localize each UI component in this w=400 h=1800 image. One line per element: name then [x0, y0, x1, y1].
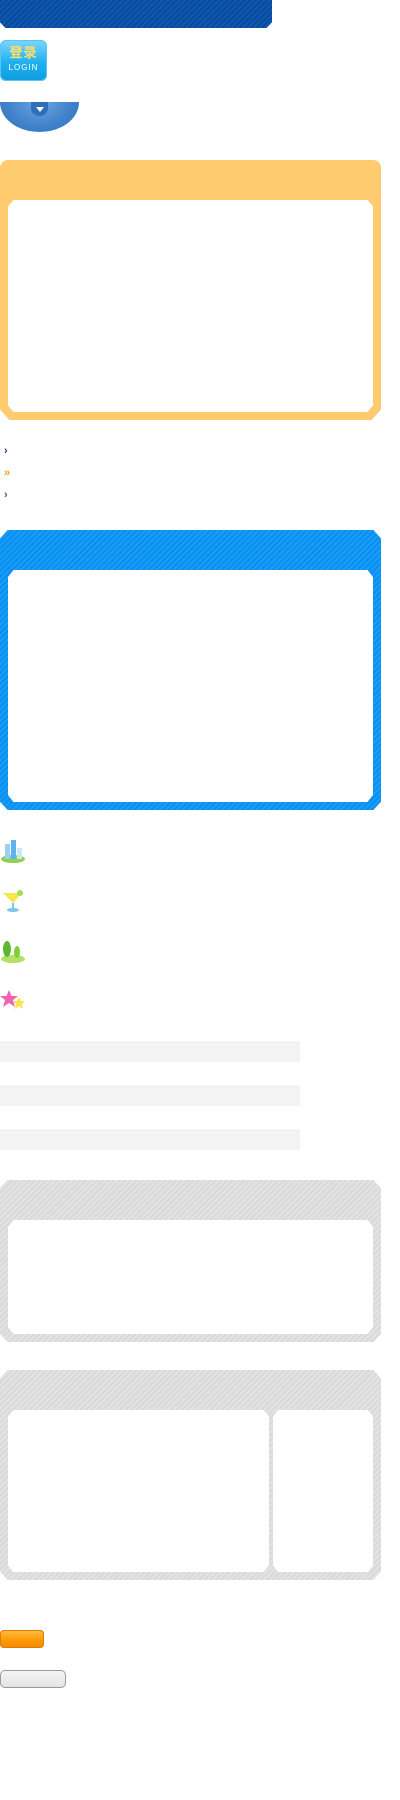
- dropdown-tab[interactable]: [0, 102, 79, 132]
- gray-bar: [0, 1041, 300, 1062]
- chevron-right-icon: ›: [4, 445, 8, 457]
- cocktail-icon: [3, 890, 23, 912]
- orange-panel: [0, 160, 381, 420]
- orange-button[interactable]: [0, 1630, 44, 1648]
- gray-bar: [0, 1129, 300, 1150]
- buildings-icon: [1, 840, 25, 863]
- gray-panel-right-column: [273, 1410, 373, 1572]
- login-label-cn: 登录: [9, 45, 38, 60]
- chevron-right-icon: ›: [4, 489, 8, 501]
- blue-panel: [0, 530, 381, 810]
- chevron-down-icon: [31, 102, 48, 116]
- login-label-en: LOGIN: [8, 63, 39, 72]
- double-chevron-right-icon: »: [4, 467, 11, 479]
- gray-panel-two-column: [0, 1370, 381, 1580]
- blue-panel-content: [8, 570, 373, 802]
- trees-icon: [1, 941, 25, 963]
- stars-icon: [0, 990, 25, 1009]
- top-banner: [0, 0, 272, 28]
- gray-bar: [0, 1085, 300, 1106]
- orange-panel-content: [8, 200, 373, 412]
- gray-panel-left-column: [8, 1410, 269, 1572]
- gray-panel: [0, 1180, 381, 1342]
- login-button[interactable]: 登录 LOGIN: [0, 40, 47, 81]
- gray-button[interactable]: [0, 1670, 66, 1688]
- gray-panel-content: [8, 1220, 373, 1334]
